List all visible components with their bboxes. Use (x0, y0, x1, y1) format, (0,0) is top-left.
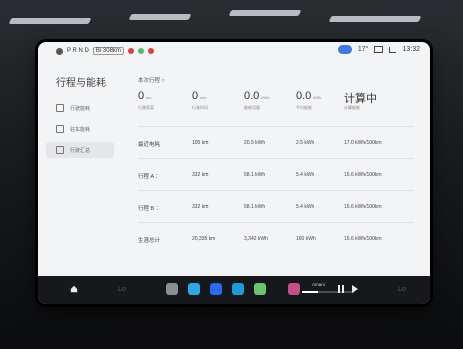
row-label: 行程 B ： (138, 206, 162, 212)
table-cell: 332 km (192, 172, 209, 178)
temperature: 17° (357, 46, 369, 53)
pause-icon[interactable] (338, 285, 344, 293)
table-cell: 5.4 kWh (296, 204, 315, 210)
table-cell: 105 km (192, 140, 209, 146)
summary-label: 计算能耗 (344, 105, 360, 110)
ceiling-light (128, 14, 192, 20)
summary-label: 能耗用量 (244, 105, 260, 110)
connectivity-icon[interactable] (337, 45, 352, 54)
sidebar-item-parking[interactable]: 驻车能耗 (46, 121, 114, 137)
table-cell: 160 kWh (296, 236, 316, 242)
alert-icon (127, 48, 134, 54)
gauge-icon (56, 104, 64, 112)
phone-icon[interactable] (188, 283, 200, 295)
summary-time: 0 min (192, 90, 207, 102)
section-title: 本次行程 ○ (138, 78, 165, 84)
table-cell: 58.1 kWh (244, 172, 266, 178)
home-icon[interactable] (70, 285, 78, 293)
table-cell: 15.6 kWh/100km (344, 172, 382, 178)
ceiling-light (8, 18, 92, 24)
signal-icon (389, 46, 397, 53)
summary-label: 行驶时间 (192, 105, 208, 110)
grid-icon[interactable] (254, 283, 266, 295)
camera-icon[interactable] (166, 283, 178, 295)
temperature-left[interactable]: Lo (118, 286, 126, 293)
ceiling-light (228, 10, 302, 16)
sidebar-title: 行程与能耗 (56, 78, 106, 89)
sidebar-item-driving[interactable]: 行驶能耗 (46, 100, 114, 116)
seatbelt-icon (147, 48, 154, 54)
display-screen: P R N D Bi 308km 17° 13:32 行程与能耗 行驶能耗 驻车… (38, 42, 430, 304)
zoom-icon[interactable] (210, 283, 222, 295)
table-cell: 15.6 kWh/100km (344, 236, 382, 242)
table-cell: 58.1 kWh (244, 204, 266, 210)
divider (138, 158, 414, 159)
sidebar: 行程与能耗 行驶能耗 驻车能耗 行驶汇总 (38, 60, 114, 276)
divider (138, 222, 414, 223)
table-cell: 20.5 kWh (244, 140, 266, 146)
clock: 13:32 (402, 46, 420, 53)
table-cell: 5.4 kWh (296, 172, 315, 178)
row-label: 行程 A ： (138, 174, 161, 180)
row-label: 生涯总计 (138, 238, 161, 244)
summary-average: 0.0 kWh (296, 90, 322, 102)
sidebar-item-label: 行驶能耗 (70, 105, 91, 112)
summary-label: 平均能耗 (296, 105, 312, 110)
summary-distance: 0 km (138, 90, 152, 102)
media-title: Amani (312, 282, 325, 287)
table-cell: 3,342 kWh (244, 236, 268, 242)
status-icon (137, 48, 144, 54)
range-badge: Bi 308km (92, 47, 124, 55)
summary-energy: 0.0 kWh (244, 90, 270, 102)
divider (138, 126, 414, 127)
table-cell: 20,335 km (192, 236, 216, 242)
person-icon[interactable] (56, 47, 63, 55)
summary-label: 行驶距离 (138, 105, 154, 110)
divider (138, 190, 414, 191)
map-icon[interactable] (232, 283, 244, 295)
status-bar: P R N D Bi 308km 17° 13:32 (38, 42, 430, 60)
status-right: 17° 13:32 (337, 45, 420, 54)
next-icon[interactable] (352, 285, 358, 293)
camera-status-icon (374, 46, 384, 53)
temperature-right[interactable]: Lo (398, 286, 406, 293)
summary-calculating: 计算中 (344, 93, 377, 105)
sidebar-item-label: 行驶汇总 (70, 147, 91, 154)
table-cell: 332 km (192, 204, 209, 210)
music-icon[interactable] (288, 283, 300, 295)
parking-icon (56, 125, 64, 133)
chart-icon (56, 146, 64, 154)
status-left: P R N D Bi 308km (38, 47, 154, 55)
gear-indicator: P R N D (67, 48, 89, 54)
ceiling-light (328, 16, 422, 22)
media-progress-fill (302, 291, 318, 293)
table-cell: 15.6 kWh/100km (344, 204, 382, 210)
row-label: 最近电耗 (138, 142, 161, 148)
media-progress[interactable] (302, 291, 354, 293)
dock: Lo Amani Lo (38, 276, 430, 304)
table-cell: 17.0 kWh/100km (344, 140, 382, 146)
main-panel: 本次行程 ○ 0 km 行驶距离 0 min 行驶时间 0.0 kWh 能耗用量 0.… (126, 60, 422, 276)
sidebar-item-label: 驻车能耗 (70, 126, 91, 133)
table-cell: 2.5 kWh (296, 140, 315, 146)
sidebar-item-summary[interactable]: 行驶汇总 (46, 142, 114, 158)
